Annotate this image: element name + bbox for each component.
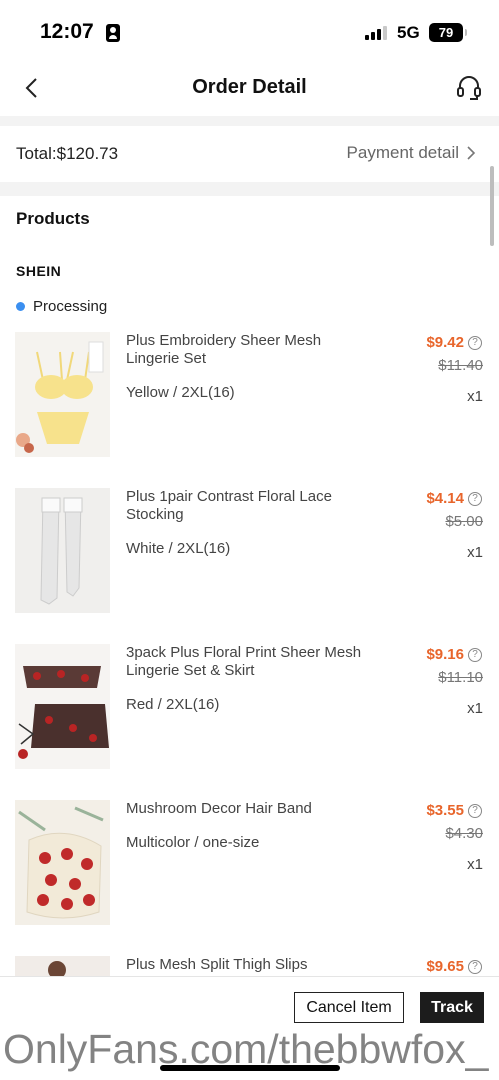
nav-bar: Order Detail — [0, 64, 499, 116]
product-item[interactable]: 3pack Plus Floral Print Sheer Mesh Linge… — [0, 644, 499, 774]
info-icon[interactable]: ? — [468, 335, 482, 350]
divider — [0, 116, 499, 126]
products-heading: Products — [16, 209, 90, 228]
product-name: Plus Mesh Split Thigh Slips — [126, 956, 308, 973]
original-price: $11.40 — [438, 357, 483, 374]
info-icon[interactable]: ? — [468, 647, 482, 662]
original-price: $5.00 — [445, 513, 483, 530]
products-section: Products SHEIN Processing Plus Embroider… — [0, 196, 499, 976]
product-item[interactable]: Plus Mesh Split Thigh Slips $9.65 ? — [0, 956, 499, 976]
product-quantity: x1 — [467, 856, 483, 873]
headset-icon[interactable] — [456, 74, 482, 102]
info-icon[interactable]: ? — [468, 491, 482, 506]
order-status-label: Processing — [33, 298, 108, 315]
product-name: Mushroom Decor Hair Band — [126, 800, 312, 817]
original-price: $11.10 — [438, 669, 483, 686]
payment-detail-label: Payment detail — [346, 143, 459, 162]
product-price: $9.42 ? — [426, 334, 482, 351]
product-image[interactable] — [15, 488, 110, 613]
product-variant: White / 2XL(16) — [126, 540, 231, 557]
product-name: 3pack Plus Floral Print Sheer Mesh Linge… — [126, 644, 362, 679]
product-price: $3.55 ? — [426, 802, 482, 819]
product-variant: Red / 2XL(16) — [126, 696, 220, 713]
product-item[interactable]: Plus 1pair Contrast Floral Lace Stocking… — [0, 488, 499, 618]
order-total: Total:$120.73 — [16, 144, 119, 163]
status-time: 12:07 — [40, 20, 94, 43]
product-image[interactable] — [15, 956, 110, 976]
page-title: Order Detail — [192, 76, 307, 98]
product-quantity: x1 — [467, 700, 483, 717]
chevron-right-icon — [467, 146, 476, 160]
price-value: $9.65 — [426, 958, 464, 975]
watermark: OnlyFans.com/thebbwfox_ — [3, 1026, 489, 1072]
status-bar: 12:07 5G 79 — [0, 0, 499, 64]
product-image[interactable] — [15, 800, 110, 925]
payment-detail-link[interactable]: Payment detail — [347, 143, 477, 163]
product-name: Plus Embroidery Sheer Mesh Lingerie Set — [126, 332, 322, 367]
price-value: $9.16 — [426, 646, 464, 663]
product-variant: Multicolor / one-size — [126, 834, 260, 851]
network-label: 5G — [397, 23, 420, 42]
product-quantity: x1 — [467, 388, 483, 405]
product-quantity: x1 — [467, 544, 483, 561]
product-item[interactable]: Plus Embroidery Sheer Mesh Lingerie Set … — [0, 332, 499, 462]
battery-level: 79 — [438, 25, 454, 40]
product-price: $9.65 ? — [426, 958, 482, 975]
order-total-row: Total:$120.73 Payment detail — [0, 126, 499, 182]
product-image[interactable] — [15, 332, 110, 457]
info-icon[interactable]: ? — [468, 959, 482, 974]
price-value: $3.55 — [426, 802, 464, 819]
info-icon[interactable]: ? — [468, 803, 482, 818]
person-icon — [106, 24, 120, 42]
product-variant: Yellow / 2XL(16) — [126, 384, 235, 401]
battery-icon: 79 — [429, 23, 467, 42]
store-name: SHEIN — [16, 263, 62, 279]
product-name: Plus 1pair Contrast Floral Lace Stocking — [126, 488, 332, 523]
product-image[interactable] — [15, 644, 110, 769]
product-price: $9.16 ? — [426, 646, 482, 663]
status-dot-icon — [16, 302, 25, 311]
price-value: $9.42 — [426, 334, 464, 351]
track-button[interactable]: Track — [420, 992, 484, 1023]
product-item[interactable]: Mushroom Decor Hair Band Multicolor / on… — [0, 800, 499, 930]
price-value: $4.14 — [426, 490, 464, 507]
cancel-item-button[interactable]: Cancel Item — [294, 992, 404, 1023]
order-status: Processing — [16, 298, 107, 315]
product-price: $4.14 ? — [426, 490, 482, 507]
divider — [0, 182, 499, 196]
original-price: $4.30 — [445, 825, 483, 842]
scrollbar[interactable] — [490, 166, 494, 246]
signal-icon — [365, 26, 387, 40]
